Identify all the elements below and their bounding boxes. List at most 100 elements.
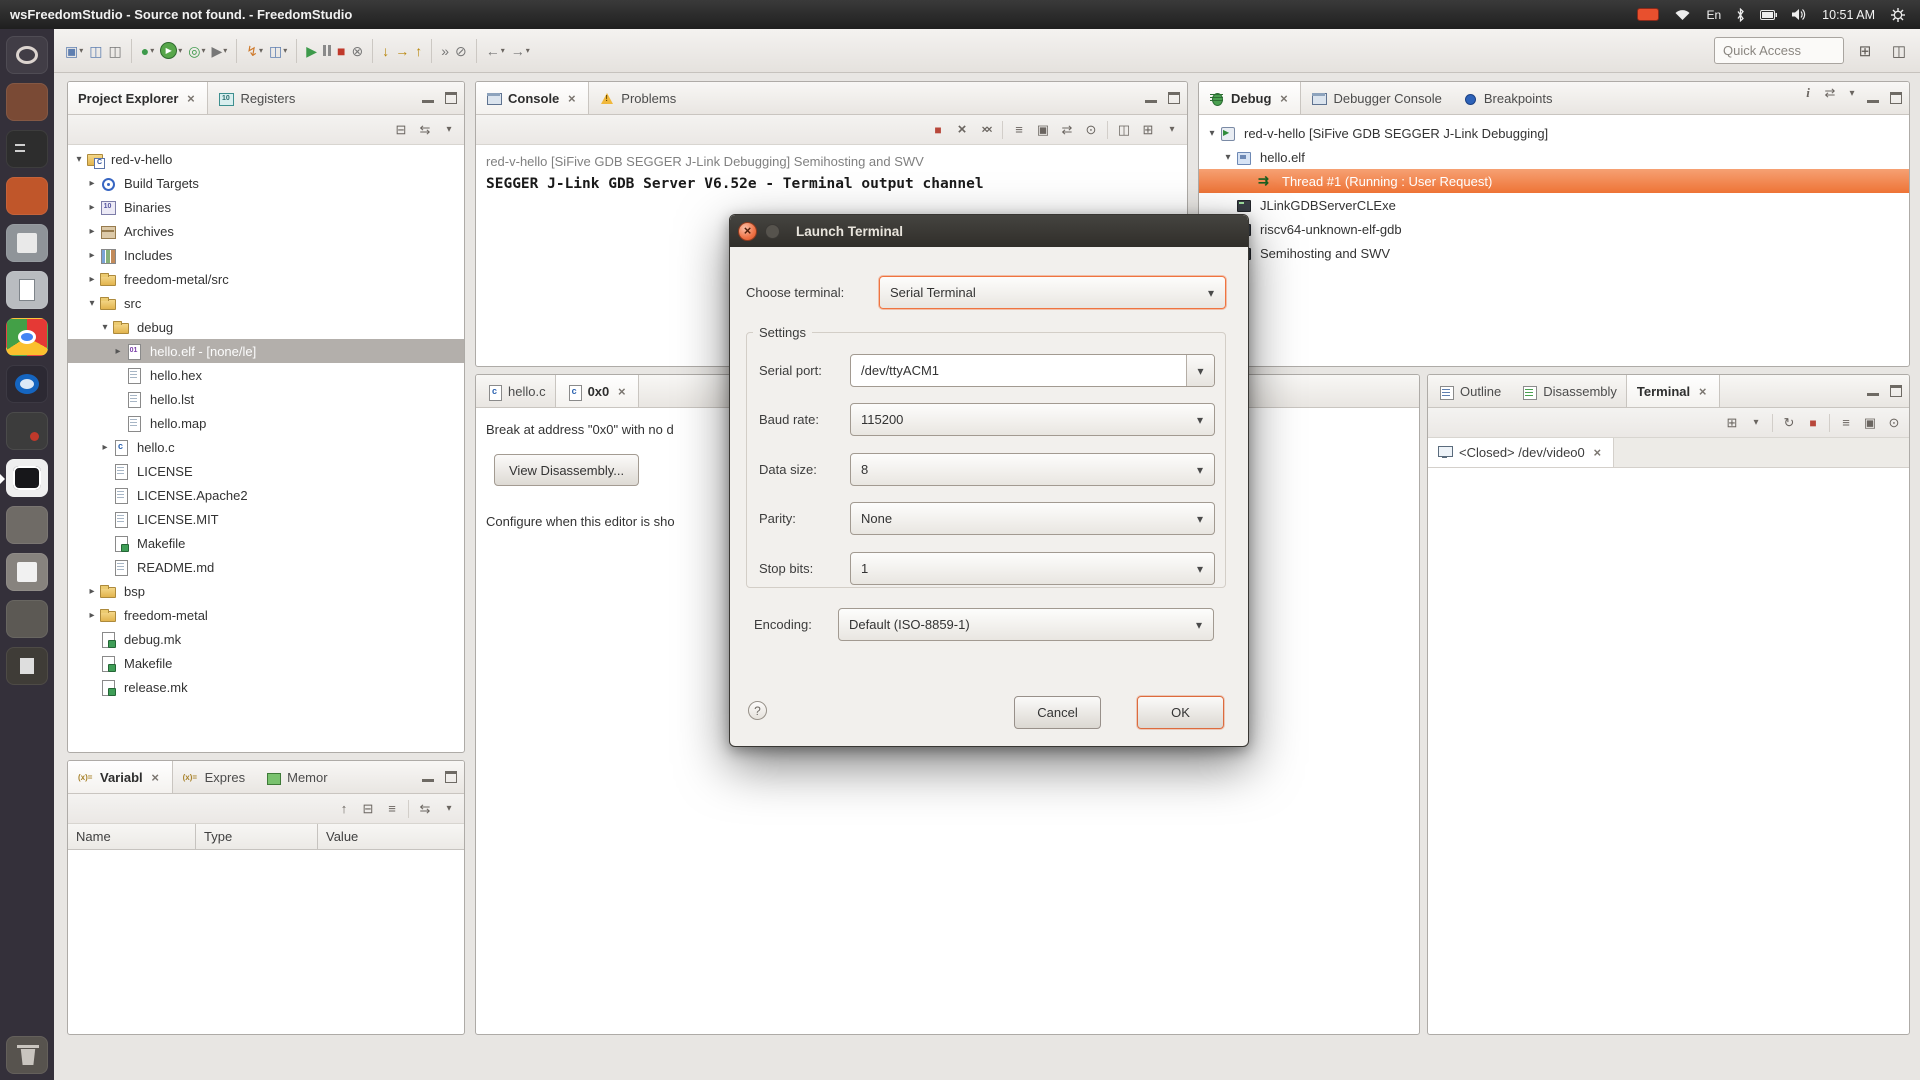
browser-app-icon[interactable] [6,365,48,403]
console-menu-icon[interactable] [1161,119,1183,141]
expander-icon[interactable] [85,274,99,285]
view-disassembly-button[interactable]: View Disassembly... [494,454,640,486]
debug-info-icon[interactable] [1797,82,1819,104]
gimp-app-icon[interactable] [6,412,48,450]
maximize-view-button[interactable] [441,768,461,786]
disconnect-icon[interactable] [1802,412,1824,434]
tree-item[interactable]: Includes [68,243,464,267]
chevron-down-icon[interactable] [1186,355,1214,386]
tree-item[interactable]: LICENSE.MIT [68,507,464,531]
tree-item[interactable]: hello.map [68,411,464,435]
tree-item[interactable]: Makefile [68,651,464,675]
expander-icon[interactable] [111,346,125,357]
tree-item[interactable]: hello.hex [68,363,464,387]
volume-icon[interactable] [1792,8,1807,21]
tree-item[interactable]: debug [68,315,464,339]
view-menu-icon[interactable] [438,798,460,820]
tab-debug[interactable]: Debug [1199,82,1302,114]
freedomstudio-app-icon[interactable] [0,459,48,497]
tree-item[interactable]: LICENSE.Apache2 [68,483,464,507]
dialog-close-button[interactable] [738,221,757,241]
expander-icon[interactable] [85,178,99,189]
console-output[interactable]: red-v-hello [SiFive GDB SEGGER J-Link De… [476,145,1187,201]
tree-item[interactable]: hello.elf [1199,145,1909,169]
step-over-button[interactable]: → [392,36,412,66]
pin-terminal-icon[interactable] [1883,412,1905,434]
word-wrap-icon[interactable] [1056,119,1078,141]
view-menu-icon[interactable] [438,119,460,141]
step-return-button[interactable]: ↑ [412,36,425,66]
battery-icon[interactable] [1760,9,1778,20]
tab-memory[interactable]: Memor [255,761,337,793]
serial-port-combo[interactable]: /dev/ttyACM1 [850,354,1215,387]
tree-item[interactable]: hello.c [68,435,464,459]
app-icon-2[interactable] [6,553,48,591]
tab-close-icon[interactable] [149,771,162,784]
dialog-titlebar[interactable]: Launch Terminal [730,215,1248,247]
disconnect-button[interactable]: ⊗ [349,36,367,66]
scroll-lock-icon[interactable] [1032,119,1054,141]
tab-variables[interactable]: Variabl [68,761,173,793]
connect-icon[interactable] [1778,412,1800,434]
terminate-button[interactable]: ■ [334,36,348,66]
tab-close-icon[interactable] [184,92,197,105]
maximize-view-button[interactable] [1886,382,1906,400]
keyboard-layout-indicator[interactable]: En [1706,8,1721,22]
tree-item-selected[interactable]: hello.elf - [none/le] [68,339,464,363]
tree-item[interactable]: hello.lst [68,387,464,411]
tab-terminal[interactable]: Terminal [1625,375,1721,407]
forward-button[interactable]: → ▾ [508,36,533,66]
expander-icon[interactable] [98,442,112,453]
resume-button[interactable]: ▶ [303,36,320,66]
tab-close-icon[interactable] [615,385,628,398]
tree-item[interactable]: src [68,291,464,315]
debug-button[interactable]: ● ▾ [138,36,157,66]
terminate-icon[interactable] [927,119,949,141]
save-all-button[interactable]: ◫ [105,36,124,66]
minimize-view-button[interactable] [1863,382,1883,400]
minimize-view-button[interactable] [1141,89,1161,107]
collapse-all-icon[interactable] [357,798,379,820]
expander-icon[interactable] [1221,152,1235,163]
tree-item[interactable]: debug.mk [68,627,464,651]
expander-icon[interactable] [85,298,99,309]
wifi-icon[interactable] [1674,8,1691,21]
tab-close-icon[interactable] [565,92,578,105]
expander-icon[interactable] [85,250,99,261]
instruction-stepping-button[interactable]: » [438,36,452,66]
tab-hello-c[interactable]: hello.c [476,375,556,407]
view-menu-icon[interactable] [1841,82,1863,104]
tab-close-icon[interactable] [1591,446,1604,459]
terminal-menu-icon[interactable] [1745,412,1767,434]
skip-breakpoints-button[interactable]: ⊘ [452,36,470,66]
tree-item[interactable]: release.mk [68,675,464,699]
run-button[interactable]: ▶ ▾ [157,36,185,66]
terminal-app-icon[interactable] [6,130,48,168]
show-logical-structure-icon[interactable] [333,798,355,820]
clear-console-icon[interactable] [1008,119,1030,141]
column-type[interactable]: Type [196,824,318,849]
files-app-icon[interactable] [6,83,48,121]
remove-launch-icon[interactable] [951,119,973,141]
column-value[interactable]: Value [318,824,464,849]
data-size-select[interactable]: 8 [850,453,1215,486]
tree-item[interactable]: red-v-hello [68,147,464,171]
parity-select[interactable]: None [850,502,1215,535]
tree-item[interactable]: Makefile [68,531,464,555]
tab-close-icon[interactable] [1277,92,1290,105]
tab-close-icon[interactable] [1696,385,1709,398]
terminal-settings-icon[interactable] [1835,412,1857,434]
tree-item[interactable]: red-v-hello [SiFive GDB SEGGER J-Link De… [1199,121,1909,145]
column-name[interactable]: Name [68,824,196,849]
app-icon-3[interactable] [6,600,48,638]
cancel-button[interactable]: Cancel [1014,696,1101,729]
tab-breakpoints[interactable]: Breakpoints [1452,82,1563,114]
tab-0x0[interactable]: 0x0 [554,375,640,407]
flash-target-button[interactable]: ↯ ▾ [243,36,266,66]
back-button[interactable]: ← ▾ [483,36,508,66]
open-console-icon[interactable] [1137,119,1159,141]
minimize-view-button[interactable] [418,768,438,786]
app-icon-1[interactable] [6,506,48,544]
office-app-icon[interactable] [6,271,48,309]
tree-item[interactable]: freedom-metal/src [68,267,464,291]
